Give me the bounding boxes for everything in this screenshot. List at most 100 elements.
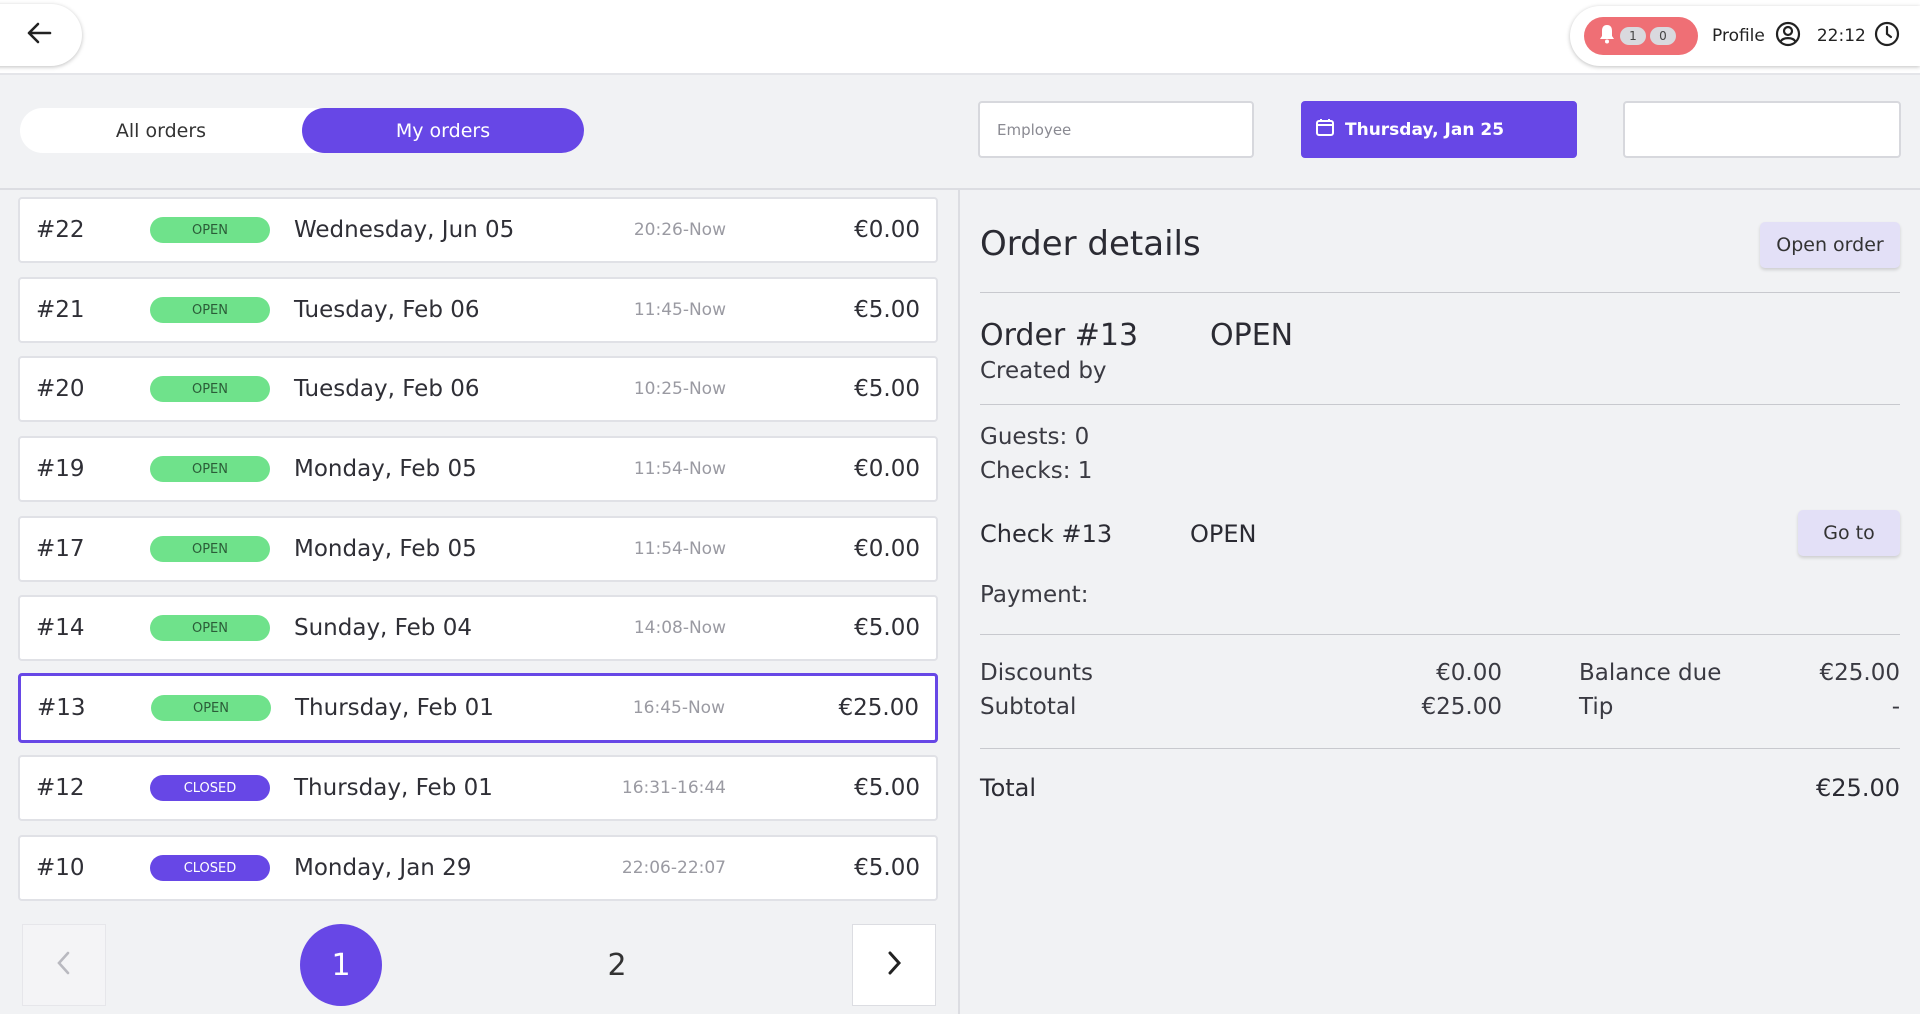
order-time-range: 16:31-16:44 xyxy=(621,778,726,798)
order-time-range: 11:45-Now xyxy=(633,300,726,320)
page-button-2[interactable]: 2 xyxy=(576,924,658,1006)
notifications-button[interactable]: 1 0 xyxy=(1584,17,1698,55)
status-badge: OPEN xyxy=(150,536,270,562)
open-order-button[interactable]: Open order xyxy=(1760,222,1900,268)
status-badge: OPEN xyxy=(150,376,270,402)
order-status: OPEN xyxy=(1210,318,1294,353)
status-badge: CLOSED xyxy=(150,855,270,881)
order-number: #13 xyxy=(37,695,86,721)
order-number: #22 xyxy=(36,217,85,243)
order-time-range: 22:06-22:07 xyxy=(621,858,726,878)
order-row[interactable]: #22 OPEN Wednesday, Jun 05 20:26-Now €0.… xyxy=(18,197,938,263)
order-scope-toggle: All orders My orders xyxy=(20,108,584,153)
order-row[interactable]: #21 OPEN Tuesday, Feb 06 11:45-Now €5.00 xyxy=(18,277,938,343)
order-date: Tuesday, Feb 06 xyxy=(294,376,480,402)
check-status: OPEN xyxy=(1190,520,1257,548)
order-date: Monday, Jan 29 xyxy=(294,855,472,881)
order-number: #12 xyxy=(36,775,85,801)
order-amount: €5.00 xyxy=(854,775,920,801)
date-label: Thursday, Jan 25 xyxy=(1345,119,1505,140)
search-filter-box[interactable] xyxy=(1623,101,1901,158)
order-time-range: 20:26-Now xyxy=(633,220,726,240)
tab-all-orders[interactable]: All orders xyxy=(20,108,302,153)
guests-count: Guests: 0 xyxy=(980,424,1090,450)
top-right-panel: 1 0 Profile 22:12 xyxy=(1570,6,1920,66)
chevron-left-icon xyxy=(56,950,72,980)
calendar-icon xyxy=(1315,117,1335,142)
next-page-button[interactable] xyxy=(852,924,936,1006)
order-time-range: 14:08-Now xyxy=(633,618,726,638)
discounts-value: €0.00 xyxy=(1436,660,1502,686)
order-date: Thursday, Feb 01 xyxy=(295,695,494,721)
order-amount: €25.00 xyxy=(838,695,919,721)
divider xyxy=(980,404,1900,405)
order-number: #17 xyxy=(36,536,85,562)
checks-count: Checks: 1 xyxy=(980,458,1093,484)
back-button[interactable] xyxy=(0,4,82,66)
order-amount: €5.00 xyxy=(854,297,920,323)
order-time-range: 11:54-Now xyxy=(633,539,726,559)
order-number: #14 xyxy=(36,615,85,641)
subtotal-label: Subtotal xyxy=(980,694,1077,720)
go-to-check-button[interactable]: Go to xyxy=(1798,510,1900,556)
order-number: #19 xyxy=(36,456,85,482)
notification-count: 0 xyxy=(1650,27,1676,45)
order-date: Wednesday, Jun 05 xyxy=(294,217,515,243)
page-title: Order details xyxy=(980,224,1201,264)
notification-count: 1 xyxy=(1620,27,1646,45)
order-date: Sunday, Feb 04 xyxy=(294,615,472,641)
top-bar: 1 0 Profile 22:12 xyxy=(0,0,1920,75)
order-row-selected[interactable]: #13 OPEN Thursday, Feb 01 16:45-Now €25.… xyxy=(18,673,938,743)
date-picker-button[interactable]: Thursday, Jan 25 xyxy=(1301,101,1577,158)
order-time-range: 16:45-Now xyxy=(632,698,725,718)
divider xyxy=(980,292,1900,293)
chevron-right-icon xyxy=(886,950,902,980)
user-circle-icon[interactable] xyxy=(1775,21,1801,51)
status-badge: CLOSED xyxy=(150,775,270,801)
order-amount: €5.00 xyxy=(854,855,920,881)
tip-value: - xyxy=(1891,694,1900,720)
order-row[interactable]: #17 OPEN Monday, Feb 05 11:54-Now €0.00 xyxy=(18,516,938,582)
balance-due-value: €25.00 xyxy=(1819,660,1900,686)
employee-filter[interactable]: Employee xyxy=(978,101,1254,158)
page-button-1[interactable]: 1 xyxy=(300,924,382,1006)
status-badge: OPEN xyxy=(151,695,271,721)
order-row[interactable]: #14 OPEN Sunday, Feb 04 14:08-Now €5.00 xyxy=(18,595,938,661)
previous-page-button[interactable] xyxy=(22,924,106,1006)
bell-icon xyxy=(1598,24,1616,48)
divider xyxy=(958,190,960,1014)
order-time-range: 10:25-Now xyxy=(633,379,726,399)
order-row[interactable]: #20 OPEN Tuesday, Feb 06 10:25-Now €5.00 xyxy=(18,356,938,422)
order-amount: €0.00 xyxy=(854,536,920,562)
status-badge: OPEN xyxy=(150,615,270,641)
payment-label: Payment: xyxy=(980,582,1089,608)
order-time-range: 11:54-Now xyxy=(633,459,726,479)
status-badge: OPEN xyxy=(150,456,270,482)
order-amount: €0.00 xyxy=(854,217,920,243)
order-row[interactable]: #10 CLOSED Monday, Jan 29 22:06-22:07 €5… xyxy=(18,835,938,901)
check-heading: Check #13 xyxy=(980,520,1113,548)
profile-link[interactable]: Profile xyxy=(1712,26,1765,46)
discounts-label: Discounts xyxy=(980,660,1093,686)
order-date: Thursday, Feb 01 xyxy=(294,775,493,801)
order-date: Tuesday, Feb 06 xyxy=(294,297,480,323)
order-date: Monday, Feb 05 xyxy=(294,536,477,562)
divider xyxy=(980,748,1900,749)
divider xyxy=(980,634,1900,635)
subtotal-value: €25.00 xyxy=(1421,694,1502,720)
order-row[interactable]: #12 CLOSED Thursday, Feb 01 16:31-16:44 … xyxy=(18,755,938,821)
total-label: Total xyxy=(980,774,1037,802)
clock-icon xyxy=(1874,21,1900,51)
total-value: €25.00 xyxy=(1816,774,1900,802)
order-amount: €5.00 xyxy=(854,376,920,402)
arrow-left-icon xyxy=(26,22,52,48)
tab-my-orders[interactable]: My orders xyxy=(302,108,584,153)
order-amount: €0.00 xyxy=(854,456,920,482)
order-number: #20 xyxy=(36,376,85,402)
order-row[interactable]: #19 OPEN Monday, Feb 05 11:54-Now €0.00 xyxy=(18,436,938,502)
order-number: #10 xyxy=(36,855,85,881)
tip-label: Tip xyxy=(1579,694,1614,720)
status-badge: OPEN xyxy=(150,217,270,243)
order-amount: €5.00 xyxy=(854,615,920,641)
created-by-label: Created by xyxy=(980,358,1107,384)
